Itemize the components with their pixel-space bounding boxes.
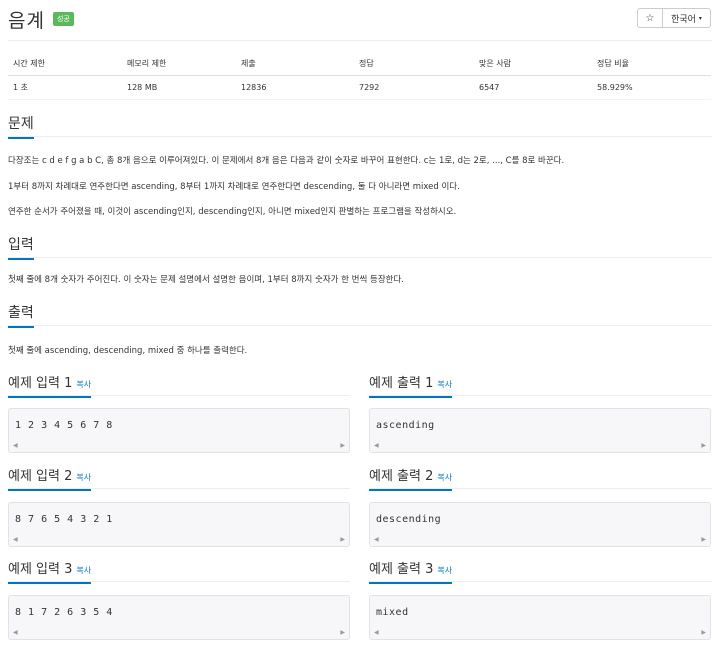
page-title: 음계 <box>8 9 45 32</box>
problem-line: 다장조는 c d e f g a b C, 총 8개 음으로 이루어져있다. 이… <box>8 156 565 166</box>
copy-button[interactable]: 복사 <box>437 380 452 389</box>
language-dropdown[interactable]: 한국어 ▾ <box>662 8 711 28</box>
star-icon[interactable]: ☆ <box>637 8 663 28</box>
scroll-right-icon[interactable]: ▶ <box>701 629 706 636</box>
input-description: 첫째 줄에 8개 숫자가 주어진다. 이 숫자는 문제 설명에서 설명한 음이며… <box>8 275 405 285</box>
scroll-left-icon[interactable]: ◀ <box>13 629 18 636</box>
problem-info-table: 시간 제한 메모리 제한 제출 정답 맞은 사람 정답 비율 1 초 128 M… <box>8 52 711 100</box>
problem-line: 1부터 8까지 차례대로 연주한다면 ascending, 8부터 1까지 차례… <box>8 182 460 192</box>
column-header: 정답 <box>354 52 474 76</box>
language-label: 한국어 <box>671 14 696 25</box>
problem-line: 연주한 순서가 주어졌을 때, 이것이 ascending인지, descend… <box>8 207 457 217</box>
divider <box>8 257 712 258</box>
sample-input-box[interactable]: 1 2 3 4 5 6 7 8 ◀ ▶ <box>8 408 350 453</box>
sample-output-text: ascending <box>376 420 435 431</box>
scroll-right-icon[interactable]: ▶ <box>701 442 706 449</box>
sample-output-box[interactable]: mixed ◀ ▶ <box>369 595 711 640</box>
copy-button[interactable]: 복사 <box>76 380 91 389</box>
sample-input-text: 8 7 6 5 4 3 2 1 <box>15 514 113 525</box>
scroll-left-icon[interactable]: ◀ <box>374 629 379 636</box>
sample-input-text: 8 1 7 2 6 3 5 4 <box>15 607 113 618</box>
divider <box>8 325 712 326</box>
table-cell: 1 초 <box>8 75 122 100</box>
divider <box>369 488 712 489</box>
sample-output-text: descending <box>376 514 442 525</box>
divider <box>8 40 712 41</box>
column-header: 제출 <box>236 52 354 76</box>
divider <box>8 136 712 137</box>
divider <box>8 488 350 489</box>
divider <box>8 395 350 396</box>
scroll-left-icon[interactable]: ◀ <box>13 442 18 449</box>
sample-output-text: mixed <box>376 607 409 618</box>
table-cell: 7292 <box>354 75 474 100</box>
sample-input-box[interactable]: 8 7 6 5 4 3 2 1 ◀ ▶ <box>8 502 350 547</box>
column-header: 맞은 사람 <box>474 52 592 76</box>
divider <box>8 581 350 582</box>
sample-input-box[interactable]: 8 1 7 2 6 3 5 4 ◀ ▶ <box>8 595 350 640</box>
sample-input-text: 1 2 3 4 5 6 7 8 <box>15 420 113 431</box>
table-header-row: 시간 제한 메모리 제한 제출 정답 맞은 사람 정답 비율 <box>8 52 711 76</box>
scroll-left-icon[interactable]: ◀ <box>374 442 379 449</box>
output-description: 첫째 줄에 ascending, descending, mixed 중 하나를… <box>8 346 248 356</box>
scroll-right-icon[interactable]: ▶ <box>701 536 706 543</box>
scroll-right-icon[interactable]: ▶ <box>340 629 345 636</box>
copy-button[interactable]: 복사 <box>76 566 91 575</box>
caret-down-icon: ▾ <box>698 14 702 22</box>
sample-output-box[interactable]: descending ◀ ▶ <box>369 502 711 547</box>
table-row: 1 초 128 MB 12836 7292 6547 58.929% <box>8 75 711 100</box>
scroll-left-icon[interactable]: ◀ <box>13 536 18 543</box>
column-header: 시간 제한 <box>8 52 122 76</box>
scroll-right-icon[interactable]: ▶ <box>340 536 345 543</box>
sample-output-box[interactable]: ascending ◀ ▶ <box>369 408 711 453</box>
copy-button[interactable]: 복사 <box>437 566 452 575</box>
table-cell: 128 MB <box>122 75 236 100</box>
copy-button[interactable]: 복사 <box>76 473 91 482</box>
table-cell: 58.929% <box>592 75 711 100</box>
table-cell: 12836 <box>236 75 354 100</box>
title-row: 음계 성공 <box>8 6 74 32</box>
column-header: 메모리 제한 <box>122 52 236 76</box>
status-badge: 성공 <box>52 12 74 26</box>
scroll-right-icon[interactable]: ▶ <box>340 442 345 449</box>
copy-button[interactable]: 복사 <box>437 473 452 482</box>
divider <box>369 581 712 582</box>
divider <box>369 395 712 396</box>
scroll-left-icon[interactable]: ◀ <box>374 536 379 543</box>
column-header: 정답 비율 <box>592 52 711 76</box>
table-cell: 6547 <box>474 75 592 100</box>
